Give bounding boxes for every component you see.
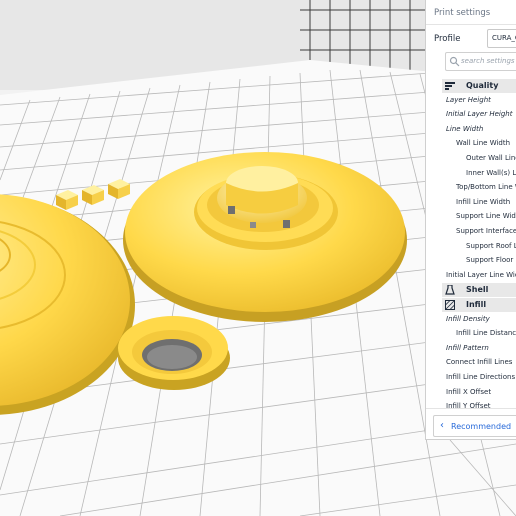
divider <box>426 408 516 409</box>
setting-item[interactable]: Line Width <box>446 125 483 133</box>
profile-dropdown[interactable]: CURA_C <box>487 29 516 48</box>
recommended-label: Recommended <box>451 422 512 431</box>
profile-label: Profile <box>434 34 461 44</box>
category-infill[interactable]: Infill <box>442 298 516 312</box>
setting-item[interactable]: Support Floor Li <box>466 256 516 264</box>
ring-model[interactable] <box>118 316 230 390</box>
setting-item[interactable]: Infill Line Directions <box>446 373 515 381</box>
category-label: Quality <box>466 81 499 90</box>
print-settings-panel: Print settings Profile CURA_C search set… <box>425 0 516 440</box>
search-input[interactable]: search settings <box>445 52 516 71</box>
setting-item[interactable]: Layer Height <box>446 96 491 104</box>
setting-item[interactable]: Infill Line Width <box>456 198 510 206</box>
setting-item[interactable]: Infill Pattern <box>446 344 489 352</box>
setting-item[interactable]: Outer Wall Line W <box>466 154 516 162</box>
setting-item[interactable]: Infill X Offset <box>446 388 491 396</box>
setting-item[interactable]: Top/Bottom Line Wi <box>456 183 516 191</box>
setting-item[interactable]: Inner Wall(s) Line <box>466 169 516 177</box>
divider <box>426 24 516 25</box>
panel-title: Print settings <box>434 8 491 18</box>
infill-icon <box>445 300 455 310</box>
setting-item[interactable]: Wall Line Width <box>456 139 510 147</box>
setting-item[interactable]: Infill Density <box>446 315 490 323</box>
search-placeholder: search settings <box>461 57 515 65</box>
setting-item[interactable]: Initial Layer Line Width <box>446 271 516 279</box>
category-shell[interactable]: Shell <box>442 283 516 298</box>
category-quality[interactable]: Quality <box>442 79 516 93</box>
category-label: Shell <box>466 285 489 295</box>
setting-item[interactable]: Infill Line Distance <box>456 329 516 337</box>
chevron-left-icon: ‹ <box>440 420 444 431</box>
setting-item[interactable]: Connect Infill Lines <box>446 358 512 366</box>
setting-item[interactable]: Initial Layer Height <box>446 110 512 118</box>
setting-item[interactable]: Support Roof Lir <box>466 242 516 250</box>
quality-icon <box>445 81 455 91</box>
search-icon <box>449 56 460 67</box>
center-dish-model[interactable] <box>123 152 407 322</box>
setting-item[interactable]: Support Interface Li <box>456 227 516 235</box>
shell-icon <box>445 284 455 295</box>
category-label: Infill <box>466 300 487 309</box>
setting-item[interactable]: Support Line Width <box>456 212 516 220</box>
recommended-button[interactable]: ‹ Recommended <box>433 415 516 437</box>
